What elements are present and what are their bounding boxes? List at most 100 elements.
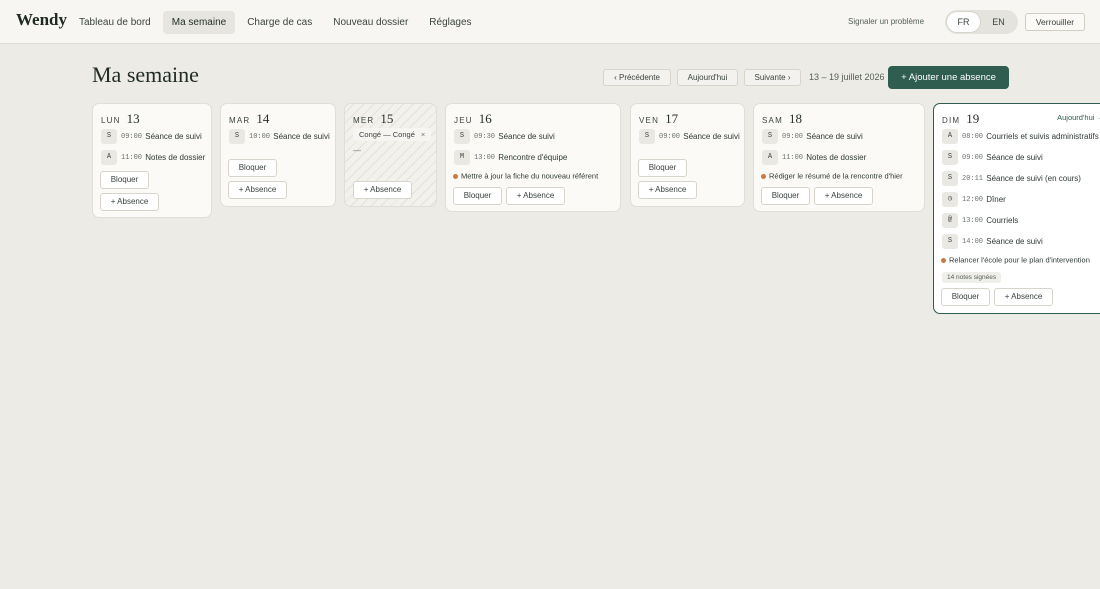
- add-absence-button[interactable]: + Ajouter une absence: [888, 66, 1009, 89]
- add-absence-day-button[interactable]: + Absence: [100, 193, 159, 211]
- todo-item[interactable]: Rédiger le résumé de la rencontre d'hier: [761, 171, 903, 181]
- block-button[interactable]: Bloquer: [453, 187, 502, 205]
- event-time: 11:00: [782, 153, 804, 162]
- day-card-sun: DIM 19 Aujourd'hui → A 08:00 Courriels et …: [933, 103, 1100, 314]
- event-item[interactable]: @13:00 Courriels: [942, 213, 1018, 228]
- event-item[interactable]: S 09:00 Séance de suivi: [762, 129, 863, 144]
- event-type-badge: S: [101, 129, 117, 144]
- day-card-tue: MAR 14 S 10:00 Séance de suivi Bloquer + A…: [220, 103, 336, 207]
- day-header: JEU 16: [454, 110, 492, 128]
- event-title: Séance de suivi: [273, 132, 330, 141]
- empty-placeholder: —: [353, 146, 361, 155]
- event-title: Notes de dossier: [806, 153, 867, 162]
- day-card-fri: VEN 17 S 09:00 Séance de suivi Bloquer + A…: [630, 103, 745, 207]
- day-number: 15: [380, 111, 394, 126]
- event-item[interactable]: ◷ 12:00 Dîner: [942, 192, 1006, 207]
- top-bar: Wendy Tableau de bord Ma semaine Charge …: [0, 0, 1100, 44]
- add-absence-day-button[interactable]: + Absence: [638, 181, 697, 199]
- nav-caseload[interactable]: Charge de cas: [238, 11, 321, 34]
- block-button[interactable]: Bloquer: [228, 159, 277, 177]
- day-number: 19: [966, 111, 980, 126]
- add-absence-day-button[interactable]: + Absence: [994, 288, 1053, 306]
- event-title: Séance de suivi (en cours): [986, 174, 1081, 183]
- main-nav: Tableau de bord Ma semaine Charge de cas…: [70, 11, 484, 34]
- report-problem-link[interactable]: Signaler un problème: [848, 17, 924, 26]
- event-title: Séance de suivi: [806, 132, 863, 141]
- prev-week-button[interactable]: ‹ Précédente: [603, 69, 671, 86]
- event-type-badge: S: [454, 129, 470, 144]
- nav-dashboard[interactable]: Tableau de bord: [70, 11, 160, 34]
- block-button[interactable]: Bloquer: [100, 171, 149, 189]
- event-time: 11:00: [121, 153, 143, 162]
- block-button[interactable]: Bloquer: [941, 288, 990, 306]
- day-number: 17: [665, 111, 679, 126]
- event-item[interactable]: A 08:00 Courriels et suivis administratif…: [942, 129, 1099, 144]
- event-item[interactable]: M 13:00 Rencontre d'équipe: [454, 150, 567, 165]
- day-header: VEN 17: [639, 110, 678, 128]
- event-item[interactable]: S 10:00 Séance de suivi: [229, 129, 330, 144]
- brand-logo[interactable]: Wendy: [16, 10, 67, 30]
- event-item[interactable]: S 09:00 Séance de suivi: [101, 129, 202, 144]
- event-time: 08:00: [962, 132, 984, 141]
- block-button[interactable]: Bloquer: [638, 159, 687, 177]
- event-type-badge: S: [639, 129, 655, 144]
- lock-button[interactable]: Verrouiller: [1025, 13, 1085, 31]
- event-item[interactable]: S 09:00 Séance de suivi: [639, 129, 740, 144]
- todo-item[interactable]: Mettre à jour la fiche du nouveau référe…: [453, 171, 598, 181]
- event-type-badge: S: [762, 129, 778, 144]
- nav-settings[interactable]: Réglages: [420, 11, 480, 34]
- today-label: Aujourd'hui →: [1057, 113, 1100, 122]
- event-type-badge: A: [762, 150, 778, 165]
- event-type-badge: A: [101, 150, 117, 165]
- day-header: DIM 19: [942, 110, 979, 128]
- day-card-mon: LUN 13 S 09:00 Séance de suivi A 11:00 Note…: [92, 103, 212, 218]
- event-item[interactable]: S 09:00 Séance de suivi: [942, 150, 1043, 165]
- nav-my-week[interactable]: Ma semaine: [162, 11, 236, 34]
- event-time: 13:00: [474, 153, 496, 162]
- event-item[interactable]: A 11:00 Notes de dossier: [101, 150, 205, 165]
- event-item[interactable]: S 20:11 Séance de suivi (en cours): [942, 171, 1081, 186]
- event-type-badge: S: [942, 234, 958, 249]
- event-type-badge: S: [942, 171, 958, 186]
- todo-item[interactable]: Relancer l'école pour le plan d'interven…: [941, 255, 1090, 265]
- event-type-badge: S: [229, 129, 245, 144]
- today-button[interactable]: Aujourd'hui: [677, 69, 738, 86]
- event-title: Séance de suivi: [498, 132, 555, 141]
- next-week-button[interactable]: Suivante ›: [744, 69, 801, 86]
- day-header: MAR 14: [229, 110, 269, 128]
- add-absence-day-button[interactable]: + Absence: [814, 187, 873, 205]
- page-title: Ma semaine: [92, 62, 199, 87]
- todo-text: Mettre à jour la fiche du nouveau référe…: [461, 171, 599, 181]
- day-of-week: VEN: [639, 116, 660, 125]
- block-button[interactable]: Bloquer: [761, 187, 810, 205]
- signed-notes-badge: 14 notes signées: [942, 272, 1002, 283]
- dot-icon: [941, 257, 946, 263]
- add-absence-day-button[interactable]: + Absence: [228, 181, 287, 199]
- add-absence-day-button[interactable]: + Absence: [506, 187, 565, 205]
- event-time: 09:00: [121, 132, 143, 141]
- event-item[interactable]: A 11:00 Notes de dossier: [762, 150, 866, 165]
- dot-icon: [453, 173, 458, 179]
- day-number: 18: [788, 111, 802, 126]
- nav-new-file[interactable]: Nouveau dossier: [324, 11, 417, 34]
- event-title: Séance de suivi: [145, 132, 202, 141]
- event-type-badge: S: [942, 150, 958, 165]
- language-toggle: FR EN: [945, 10, 1018, 34]
- event-title: Séance de suivi: [986, 153, 1043, 162]
- add-absence-day-button[interactable]: + Absence: [353, 181, 412, 199]
- event-time: 10:00: [249, 132, 271, 141]
- lang-en-button[interactable]: EN: [982, 12, 1015, 32]
- day-card-sat: SAM 18 S 09:00 Séance de suivi A 11:00 Note…: [753, 103, 925, 212]
- lang-fr-button[interactable]: FR: [947, 12, 980, 32]
- remove-leave-icon[interactable]: ×: [421, 130, 425, 139]
- event-item[interactable]: S 09:30 Séance de suivi: [454, 129, 555, 144]
- day-of-week: JEU: [454, 116, 473, 125]
- day-number: 13: [126, 111, 140, 126]
- event-time: 09:00: [782, 132, 804, 141]
- event-time: 09:00: [962, 153, 984, 162]
- day-of-week: MER: [353, 116, 375, 125]
- event-item[interactable]: S 14:00 Séance de suivi: [942, 234, 1043, 249]
- event-time: 14:00: [962, 237, 984, 246]
- event-time: 20:11: [962, 174, 984, 183]
- day-header: LUN 13: [101, 110, 140, 128]
